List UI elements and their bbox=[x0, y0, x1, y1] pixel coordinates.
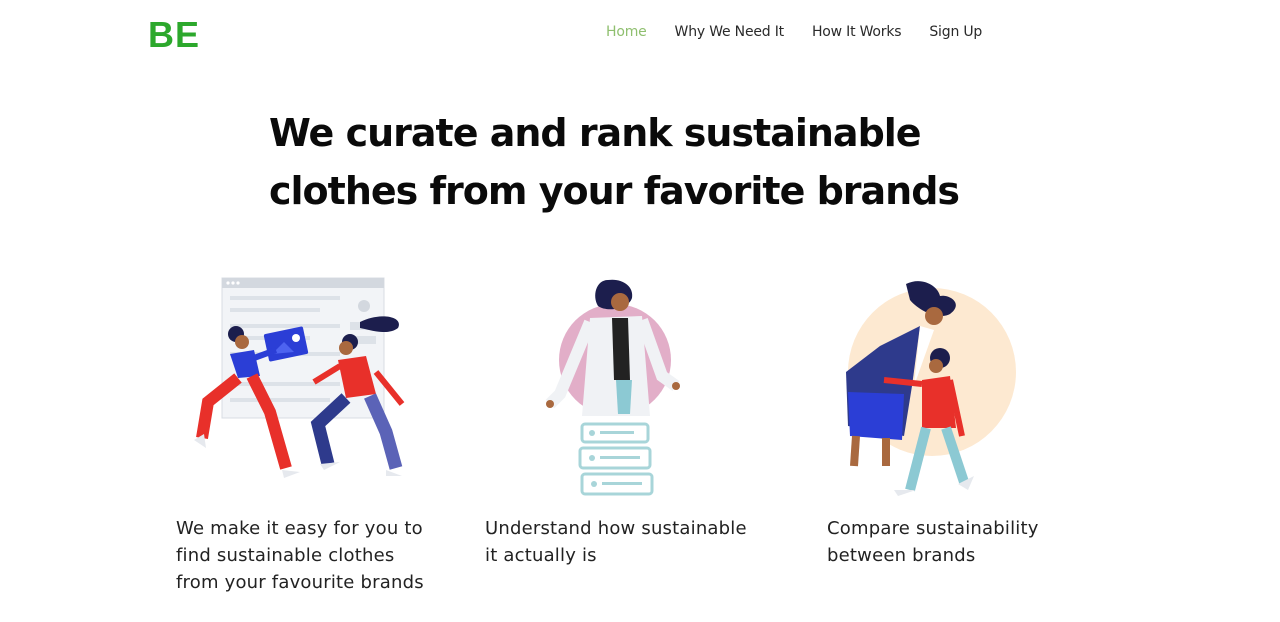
two-people-sharing-webpage-illustration bbox=[190, 272, 420, 484]
hero-headline-line2: clothes from your favorite brands bbox=[269, 169, 960, 213]
mother-and-child-illustration bbox=[840, 276, 1030, 500]
nav-sign-up[interactable]: Sign Up bbox=[929, 24, 982, 40]
feature-2-line1: Understand how sustainable bbox=[485, 518, 747, 539]
person-with-documents-illustration bbox=[540, 276, 690, 502]
feature-3-line1: Compare sustainability bbox=[827, 518, 1039, 539]
nav-why-we-need-it[interactable]: Why We Need It bbox=[675, 24, 785, 40]
feature-3-text: Compare sustainability between brands bbox=[827, 515, 1039, 569]
main-nav: Home Why We Need It How It Works Sign Up bbox=[606, 24, 982, 40]
hero-headline: We curate and rank sustainable clothes f… bbox=[269, 104, 1029, 220]
feature-2-text: Understand how sustainable it actually i… bbox=[485, 515, 747, 569]
feature-2-line2: it actually is bbox=[485, 545, 597, 566]
nav-how-it-works[interactable]: How It Works bbox=[812, 24, 902, 40]
feature-1-line2: find sustainable clothes bbox=[176, 545, 395, 566]
feature-1-line1: We make it easy for you to bbox=[176, 518, 423, 539]
brand-logo[interactable]: BE bbox=[148, 17, 200, 53]
hero-headline-line1: We curate and rank sustainable bbox=[269, 111, 922, 155]
feature-1-text: We make it easy for you to find sustaina… bbox=[176, 515, 424, 596]
feature-1-line3: from your favourite brands bbox=[176, 572, 424, 593]
nav-home[interactable]: Home bbox=[606, 24, 647, 40]
feature-3-line2: between brands bbox=[827, 545, 976, 566]
